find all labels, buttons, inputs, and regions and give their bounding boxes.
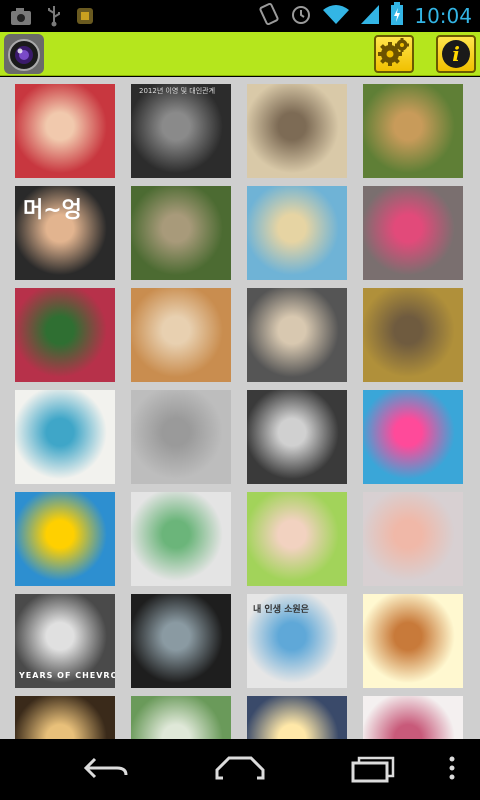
thumbnail-photo-knit-mitten[interactable] xyxy=(131,492,231,586)
thumbnail-photo-beach-figure[interactable] xyxy=(247,186,347,280)
info-icon: i xyxy=(442,40,470,68)
overflow-menu-button[interactable] xyxy=(424,750,480,790)
thumbnail-photo-baby-frame-bear[interactable] xyxy=(247,492,347,586)
thumbnail-photo-black-car[interactable] xyxy=(247,390,347,484)
camera-notification-icon xyxy=(10,6,32,31)
thumbnail-photo-car-petals[interactable] xyxy=(363,186,463,280)
thumbnail-caption: 내 인생 소원은 xyxy=(253,605,309,615)
thumbnail-photo-floral-pattern[interactable] xyxy=(363,696,463,739)
thumbnail-photo-foggy-field[interactable] xyxy=(131,390,231,484)
signal-icon xyxy=(360,3,380,30)
thumbnail-photo-portrait-text[interactable]: 머~엉 xyxy=(15,186,115,280)
wifi-icon xyxy=(322,3,350,30)
camera-lens-icon xyxy=(3,33,45,75)
thumbnail-caption: 머~엉 xyxy=(23,198,82,223)
home-icon xyxy=(215,756,265,785)
thumbnail-photo-golden-puppy[interactable] xyxy=(131,288,231,382)
settings-button[interactable] xyxy=(374,35,414,73)
thumbnail-photo-dark-window-room[interactable] xyxy=(131,594,231,688)
photo-grid[interactable]: 2012년 이영 및 대인관계머~엉 YEARS OF CHEVROLET 내 인생… xyxy=(0,77,480,739)
recent-apps-icon xyxy=(351,753,397,788)
thumbnail-photo-night-lights[interactable] xyxy=(15,696,115,739)
app-bar: i xyxy=(0,32,480,76)
thumbnail-photo-rock-cave-toy[interactable] xyxy=(247,288,347,382)
back-button[interactable] xyxy=(76,750,136,790)
thumbnail-photo-kitten[interactable] xyxy=(247,84,347,178)
thumbnail-caption: YEARS OF CHEVROLET xyxy=(19,671,115,680)
thumbnail-photo-autumn-path[interactable] xyxy=(363,288,463,382)
info-button[interactable]: i xyxy=(436,35,476,73)
thumbnail-photo-cartoon-sleeping[interactable]: 내 인생 소원은 xyxy=(247,594,347,688)
thumbnail-photo-rilakkuma[interactable] xyxy=(363,594,463,688)
system-icons: 10:04 xyxy=(258,0,472,32)
thumbnail-photo-sunset-sky[interactable] xyxy=(247,696,347,739)
thumbnail-photo-baby-red-hood[interactable] xyxy=(15,84,115,178)
thumbnail-photo-korean-document[interactable]: 2012년 이영 및 대인관계 xyxy=(131,84,231,178)
gear-icon xyxy=(377,36,411,73)
thumbnail-photo-red-blossoms[interactable] xyxy=(15,288,115,382)
navigation-bar xyxy=(0,740,480,800)
battery-charging-icon xyxy=(390,1,404,31)
thumbnail-photo-garden-stairs[interactable] xyxy=(131,186,231,280)
thumbnail-photo-pink-cosmos[interactable] xyxy=(363,390,463,484)
thumbnail-photo-baby-walker[interactable] xyxy=(15,390,115,484)
thumbnail-photo-deer-meadow[interactable] xyxy=(363,84,463,178)
alarm-icon xyxy=(290,3,312,30)
thumbnail-photo-chevrolet-100[interactable]: YEARS OF CHEVROLET xyxy=(15,594,115,688)
status-clock: 10:04 xyxy=(414,4,472,28)
thumbnail-caption: 2012년 이영 및 대인관계 xyxy=(139,87,216,95)
notification-icons xyxy=(10,5,94,32)
thumbnail-photo-colorful-art[interactable] xyxy=(15,492,115,586)
thumbnail-photo-newborn-baby[interactable] xyxy=(363,492,463,586)
overflow-menu-icon xyxy=(448,756,456,785)
recent-apps-button[interactable] xyxy=(344,750,404,790)
status-bar: 10:04 xyxy=(0,0,480,32)
usb-icon xyxy=(46,5,62,32)
home-button[interactable] xyxy=(210,750,270,790)
thumbnail-photo-handwriting-field[interactable] xyxy=(131,696,231,739)
app-notification-icon xyxy=(76,7,94,30)
rotation-lock-icon xyxy=(258,2,280,31)
back-arrow-icon xyxy=(83,755,129,786)
